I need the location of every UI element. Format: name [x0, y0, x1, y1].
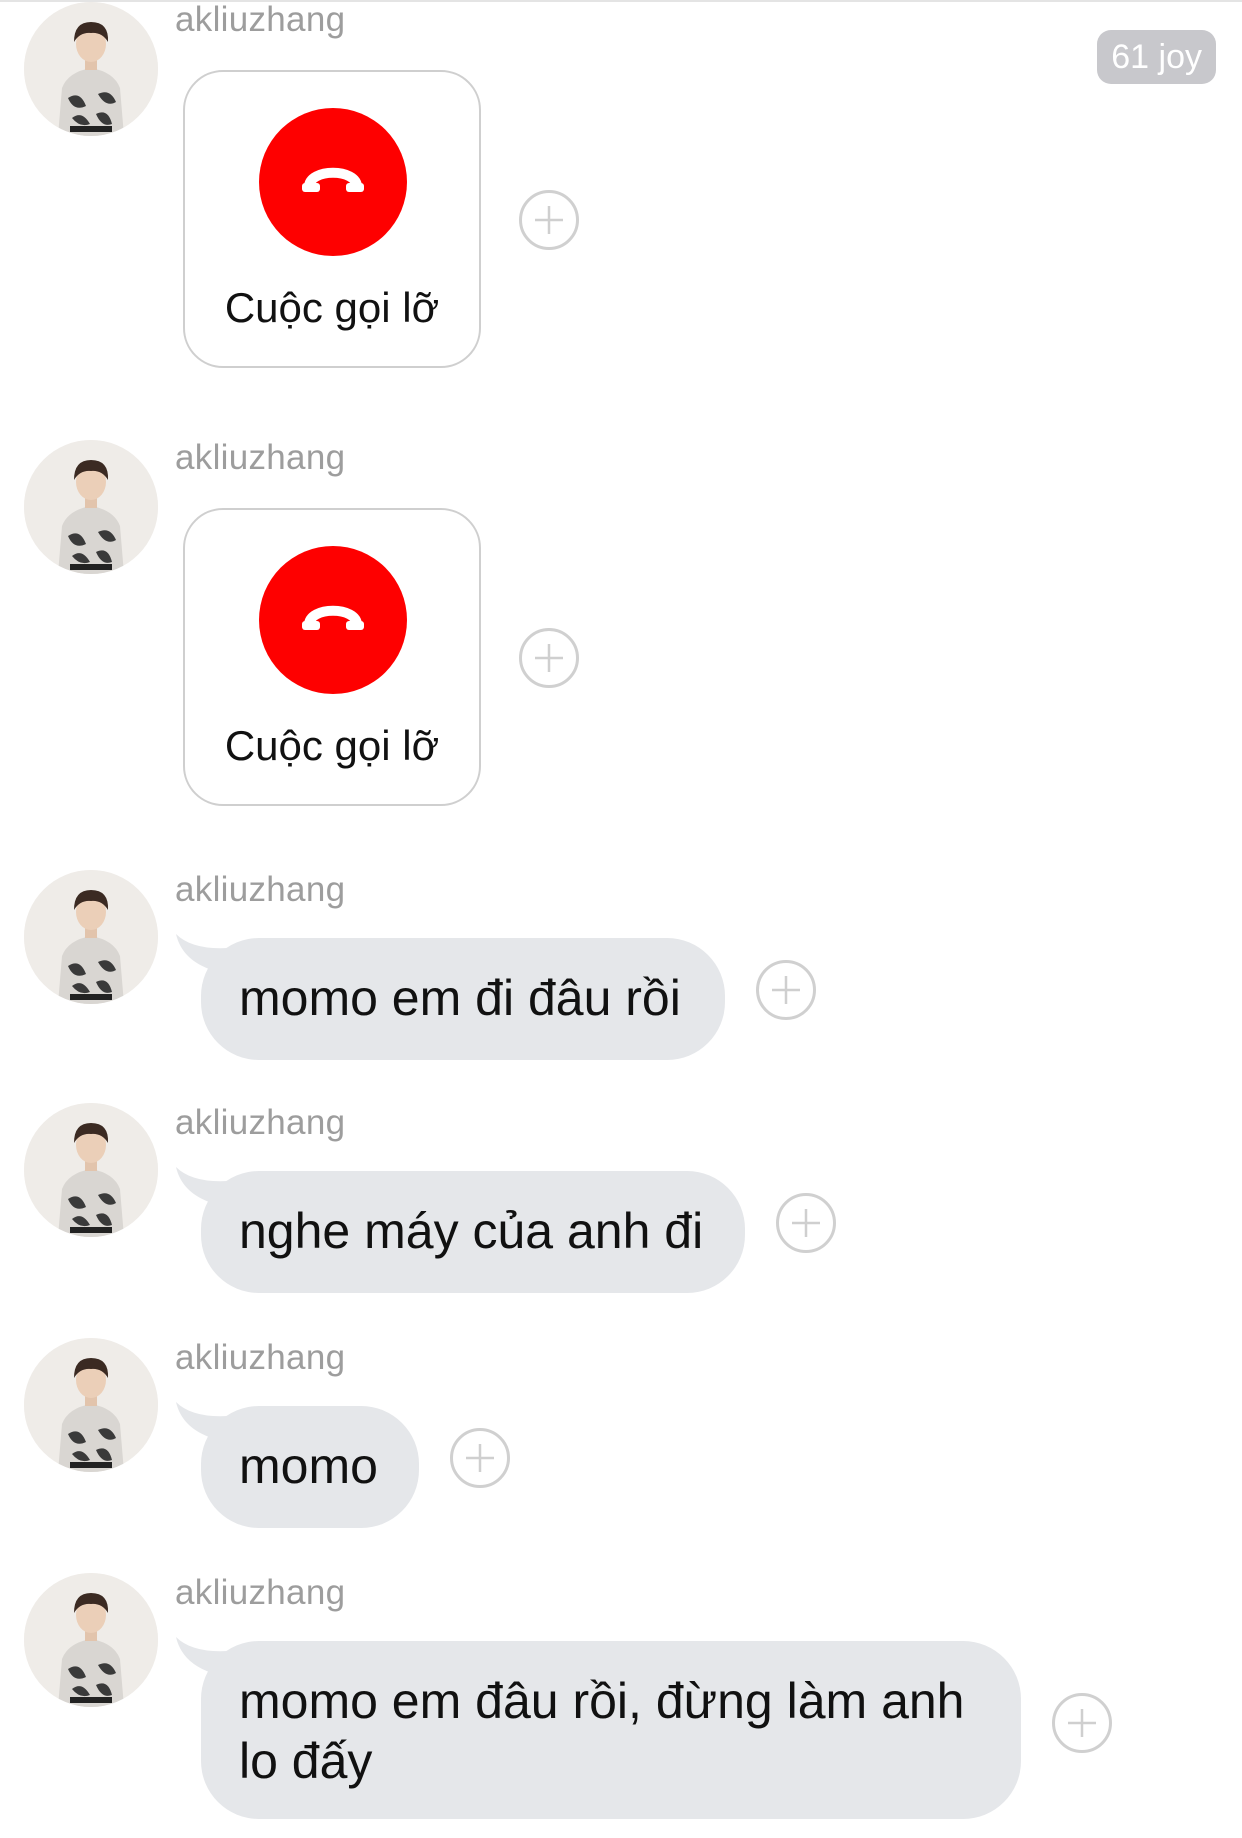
missed-call-card[interactable]: Cuộc gọi lỡ: [183, 70, 481, 368]
plus-circle-icon[interactable]: [1052, 1693, 1112, 1753]
message-bubble[interactable]: momo em đâu rồi, đừng làm anh lo đấy: [201, 1641, 1021, 1819]
missed-call-label: Cuộc gọi lỡ: [224, 284, 440, 331]
avatar[interactable]: [24, 2, 158, 136]
sender-name: akliuzhang: [175, 870, 346, 909]
avatar[interactable]: [24, 440, 158, 574]
avatar[interactable]: [24, 870, 158, 1004]
plus-circle-icon[interactable]: [519, 190, 579, 250]
sender-name: akliuzhang: [175, 1338, 346, 1377]
missed-call-label: Cuộc gọi lỡ: [224, 722, 440, 769]
counter-badge[interactable]: 61 joy: [1097, 30, 1216, 84]
avatar[interactable]: [24, 1338, 158, 1472]
message-bubble[interactable]: momo: [201, 1406, 419, 1528]
sender-name: akliuzhang: [175, 1573, 346, 1612]
sender-name: akliuzhang: [175, 1103, 346, 1142]
missed-call-card[interactable]: Cuộc gọi lỡ: [183, 508, 481, 806]
hangup-phone-icon: [259, 108, 407, 256]
plus-circle-icon[interactable]: [756, 960, 816, 1020]
plus-circle-icon[interactable]: [450, 1428, 510, 1488]
plus-circle-icon[interactable]: [519, 628, 579, 688]
sender-name: akliuzhang: [175, 438, 346, 477]
avatar[interactable]: [24, 1573, 158, 1707]
message-bubble[interactable]: momo em đi đâu rồi: [201, 938, 725, 1060]
plus-circle-icon[interactable]: [776, 1193, 836, 1253]
hangup-phone-icon: [259, 546, 407, 694]
sender-name: akliuzhang: [175, 0, 346, 39]
avatar[interactable]: [24, 1103, 158, 1237]
message-bubble[interactable]: nghe máy của anh đi: [201, 1171, 745, 1293]
